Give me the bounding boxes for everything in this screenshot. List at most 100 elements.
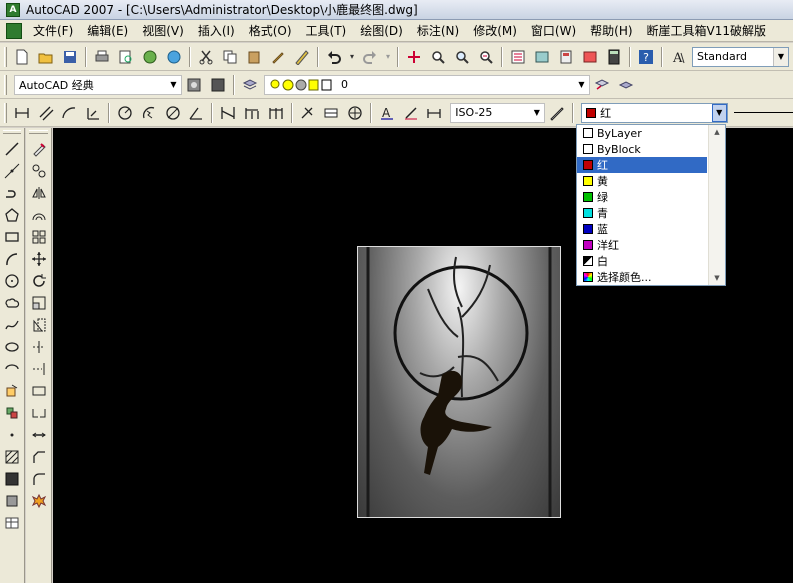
match-properties-icon[interactable] bbox=[267, 46, 289, 68]
join-icon[interactable] bbox=[28, 424, 50, 446]
undo-dropdown-icon[interactable]: ▾ bbox=[347, 46, 357, 68]
rotate-icon[interactable] bbox=[28, 270, 50, 292]
angular-dimension-icon[interactable] bbox=[185, 102, 207, 124]
circle-icon[interactable] bbox=[1, 270, 23, 292]
chevron-down-icon[interactable]: ▼ bbox=[166, 75, 181, 94]
mirror-icon[interactable] bbox=[28, 182, 50, 204]
zoom-realtime-icon[interactable] bbox=[427, 46, 449, 68]
fillet-icon[interactable] bbox=[28, 468, 50, 490]
color-option-blue[interactable]: 蓝 bbox=[577, 221, 725, 237]
pan-icon[interactable] bbox=[403, 46, 425, 68]
autocad-app-icon[interactable]: A bbox=[6, 2, 20, 17]
color-option-cyan[interactable]: 青 bbox=[577, 205, 725, 221]
gradient-icon[interactable] bbox=[1, 468, 23, 490]
center-mark-icon[interactable] bbox=[320, 102, 342, 124]
save-icon[interactable] bbox=[59, 46, 81, 68]
menu-dimension[interactable]: 标注(N) bbox=[410, 22, 466, 39]
scroll-down-icon[interactable]: ▼ bbox=[709, 271, 725, 285]
rectangle-icon[interactable] bbox=[1, 226, 23, 248]
array-icon[interactable] bbox=[28, 226, 50, 248]
dimension-text-edit-icon[interactable]: A bbox=[376, 102, 398, 124]
paste-icon[interactable] bbox=[243, 46, 265, 68]
insert-block-icon[interactable] bbox=[1, 380, 23, 402]
layer-previous-icon[interactable] bbox=[591, 74, 613, 96]
color-list-scrollbar[interactable]: ▲ ▼ bbox=[708, 125, 725, 285]
linear-dimension-icon[interactable] bbox=[11, 102, 33, 124]
dimension-edit-icon[interactable] bbox=[344, 102, 366, 124]
menu-help[interactable]: 帮助(H) bbox=[583, 22, 639, 39]
redo-icon[interactable] bbox=[359, 46, 381, 68]
jogged-dimension-icon[interactable] bbox=[138, 102, 160, 124]
redo-dropdown-icon[interactable]: ▾ bbox=[383, 46, 393, 68]
workspace-save-icon[interactable] bbox=[207, 74, 229, 96]
toolbar-grip[interactable] bbox=[4, 46, 7, 67]
color-option-bylayer[interactable]: ByLayer bbox=[577, 125, 725, 141]
color-option-magenta[interactable]: 洋红 bbox=[577, 237, 725, 253]
menu-tools[interactable]: 工具(T) bbox=[299, 22, 354, 39]
chamfer-icon[interactable] bbox=[28, 446, 50, 468]
make-block-icon[interactable] bbox=[1, 402, 23, 424]
break-at-point-icon[interactable] bbox=[28, 380, 50, 402]
help-icon[interactable]: ? bbox=[635, 46, 657, 68]
explode-icon[interactable] bbox=[28, 490, 50, 512]
zoom-window-icon[interactable] bbox=[451, 46, 473, 68]
trim-icon[interactable] bbox=[28, 336, 50, 358]
block-editor-icon[interactable] bbox=[291, 46, 313, 68]
arc-icon[interactable] bbox=[1, 248, 23, 270]
properties-icon[interactable] bbox=[507, 46, 529, 68]
document-menu-icon[interactable] bbox=[6, 22, 22, 39]
sheet-set-icon[interactable] bbox=[579, 46, 601, 68]
point-icon[interactable] bbox=[1, 424, 23, 446]
chevron-down-icon[interactable]: ▼ bbox=[711, 103, 727, 122]
menu-insert[interactable]: 插入(I) bbox=[191, 22, 242, 39]
revision-cloud-icon[interactable] bbox=[1, 292, 23, 314]
color-dropdown-list[interactable]: ByLayer ByBlock 红 黄 绿 青 蓝 洋红 白 选择颜色... ▲… bbox=[576, 124, 726, 286]
arc-length-icon[interactable] bbox=[59, 102, 81, 124]
ordinate-dimension-icon[interactable] bbox=[82, 102, 104, 124]
deer-artwork-image[interactable] bbox=[357, 246, 561, 518]
calculator-icon[interactable] bbox=[603, 46, 625, 68]
color-option-white[interactable]: 白 bbox=[577, 253, 725, 269]
publish-icon[interactable] bbox=[139, 46, 161, 68]
chevron-down-icon[interactable]: ▼ bbox=[529, 103, 545, 122]
workspace-settings-icon[interactable] bbox=[183, 74, 205, 96]
copy-object-icon[interactable] bbox=[28, 160, 50, 182]
table-icon[interactable] bbox=[1, 512, 23, 534]
toolbar-grip[interactable] bbox=[4, 74, 7, 95]
ellipse-icon[interactable] bbox=[1, 336, 23, 358]
extend-icon[interactable] bbox=[28, 358, 50, 380]
menu-window[interactable]: 窗口(W) bbox=[524, 22, 583, 39]
print-icon[interactable] bbox=[91, 46, 113, 68]
spline-icon[interactable] bbox=[1, 314, 23, 336]
dimension-style-combo[interactable]: ISO-25 ▼ bbox=[450, 102, 546, 123]
text-style-icon[interactable]: A bbox=[667, 46, 689, 68]
polygon-icon[interactable] bbox=[1, 204, 23, 226]
menu-draw[interactable]: 绘图(D) bbox=[353, 22, 410, 39]
aligned-dimension-icon[interactable] bbox=[35, 102, 57, 124]
menu-file[interactable]: 文件(F) bbox=[26, 22, 80, 39]
menu-toolbox[interactable]: 断崖工具箱V11破解版 bbox=[640, 22, 773, 39]
color-option-byblock[interactable]: ByBlock bbox=[577, 141, 725, 157]
plot-preview-icon[interactable] bbox=[115, 46, 137, 68]
toolbar-grip[interactable] bbox=[29, 130, 48, 134]
region-icon[interactable] bbox=[1, 490, 23, 512]
color-option-select-color[interactable]: 选择颜色... bbox=[577, 269, 725, 285]
construction-line-icon[interactable] bbox=[1, 160, 23, 182]
copy-icon[interactable] bbox=[219, 46, 241, 68]
polyline-icon[interactable] bbox=[1, 182, 23, 204]
color-option-red[interactable]: 红 bbox=[577, 157, 707, 173]
chevron-down-icon[interactable]: ▼ bbox=[574, 75, 589, 94]
color-option-green[interactable]: 绿 bbox=[577, 189, 725, 205]
tool-palettes-icon[interactable] bbox=[555, 46, 577, 68]
workspace-combo[interactable]: AutoCAD 经典 ▼ bbox=[14, 74, 182, 95]
continue-dimension-icon[interactable] bbox=[265, 102, 287, 124]
dimension-style-icon[interactable] bbox=[423, 102, 445, 124]
layer-combo[interactable]: 0 ▼ bbox=[264, 74, 590, 95]
scale-icon[interactable] bbox=[28, 292, 50, 314]
quick-dimension-icon[interactable] bbox=[217, 102, 239, 124]
scroll-up-icon[interactable]: ▲ bbox=[709, 125, 725, 139]
radius-dimension-icon[interactable] bbox=[114, 102, 136, 124]
tolerance-icon[interactable] bbox=[297, 102, 319, 124]
undo-icon[interactable] bbox=[323, 46, 345, 68]
linetype-combo[interactable] bbox=[733, 103, 793, 123]
